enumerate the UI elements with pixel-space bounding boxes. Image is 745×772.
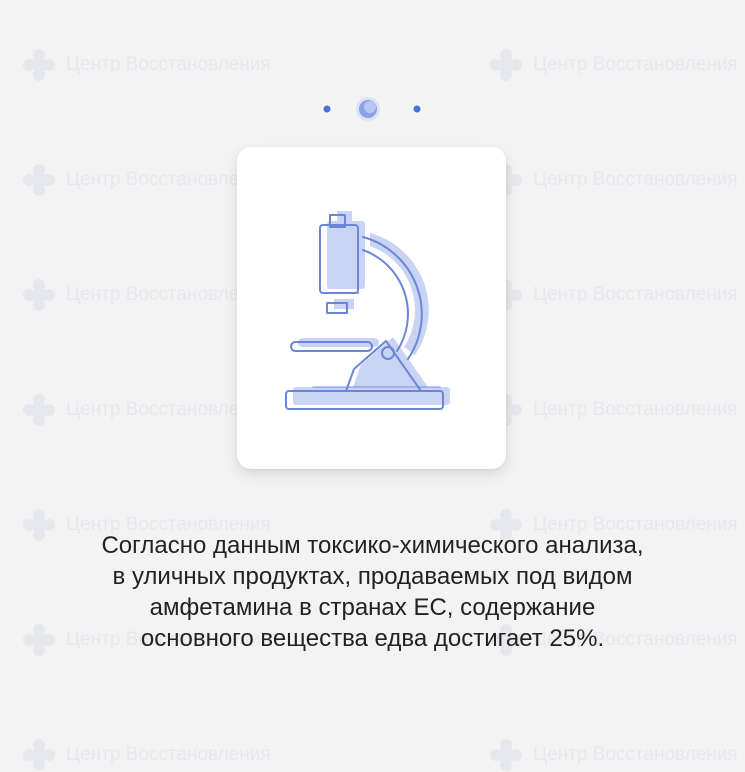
watermark: Центр Восстановления (22, 48, 271, 82)
caption-line: в уличных продуктах, продаваемых под вид… (112, 563, 633, 590)
watermark: Центр Восстановления (489, 393, 738, 427)
microscope-icon (285, 211, 450, 410)
watermark-logo-icon (23, 279, 55, 311)
watermark-label: Центр Восстановления (66, 54, 271, 75)
watermark: Центр Восстановления (22, 163, 271, 197)
watermark: Центр Восстановления (22, 278, 271, 312)
watermark: Центр Восстановления (489, 278, 738, 312)
watermark-logo-icon (23, 739, 55, 771)
caption-line: основного вещества едва достигает 25%. (140, 625, 605, 652)
carousel-dots (323, 97, 421, 121)
watermark-label: Центр Восстановления (533, 284, 738, 305)
watermark-logo-icon (490, 739, 522, 771)
illustration-card (237, 147, 506, 469)
caption-line: Согласно данным токсико-химического анал… (101, 532, 644, 559)
caption-line: амфетамина в странах ЕС, содержание (149, 594, 596, 621)
watermark: Центр Восстановления (489, 163, 738, 197)
watermark-logo-icon (23, 49, 55, 81)
watermark: Центр Восстановления (489, 48, 738, 82)
watermark-label: Центр Восстановления (533, 744, 738, 765)
watermark-label: Центр Восстановления (533, 169, 738, 190)
watermark: Центр Восстановления (489, 738, 738, 772)
watermark-label: Центр Восстановления (66, 744, 271, 765)
watermark-logo-icon (23, 164, 55, 196)
slide-caption: Согласно данным токсико-химического анал… (20, 530, 725, 654)
watermark: Центр Восстановления (22, 738, 271, 772)
watermark-label: Центр Восстановления (533, 54, 738, 75)
carousel-dot[interactable] (323, 105, 331, 113)
watermark: Центр Восстановления (22, 393, 271, 427)
carousel-dot[interactable] (413, 105, 421, 113)
carousel-dot-active[interactable] (356, 97, 380, 121)
watermark-logo-icon (490, 49, 522, 81)
watermark-label: Центр Восстановления (533, 399, 738, 420)
watermark-logo-icon (23, 394, 55, 426)
